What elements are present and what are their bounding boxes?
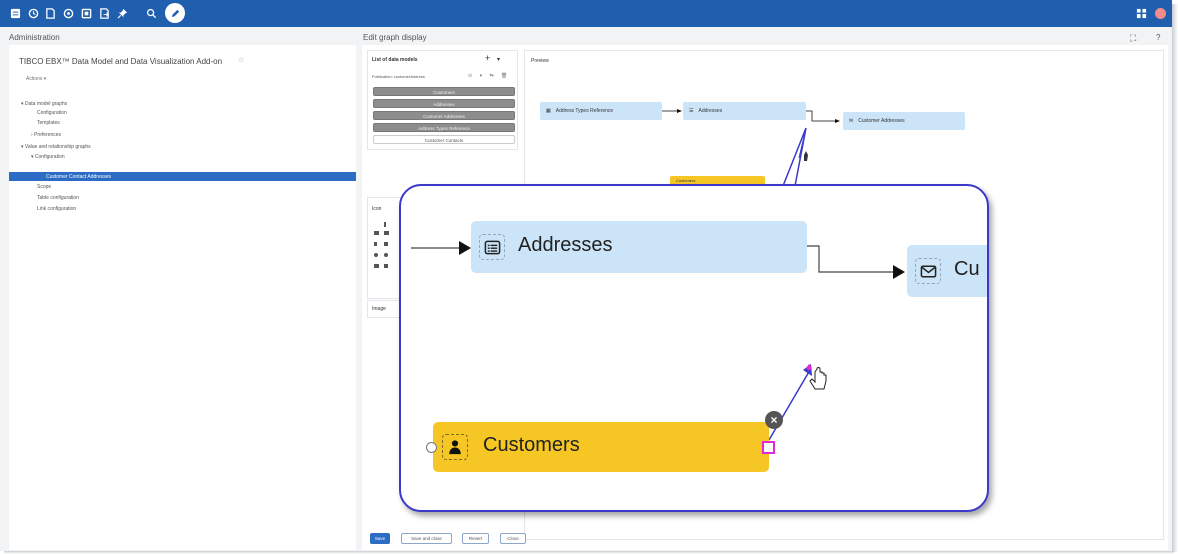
zoom-callout: Addresses Cu Customers × — [399, 184, 989, 512]
link-handle[interactable] — [762, 441, 775, 454]
mail-icon — [915, 258, 941, 284]
close-icon[interactable]: × — [765, 411, 783, 429]
zoom-customers-label: Customers — [483, 434, 580, 456]
zoom-node-customer-addresses[interactable]: Cu — [907, 245, 987, 297]
zoom-addresses-label: Addresses — [518, 234, 613, 256]
zoom-node-customers[interactable]: Customers — [433, 422, 769, 472]
person-icon — [442, 434, 468, 460]
zoom-node-addresses[interactable]: Addresses — [471, 221, 807, 273]
list-icon — [479, 234, 505, 260]
link-port-left[interactable] — [426, 442, 437, 453]
zoom-customer-addresses-label: Cu — [954, 258, 980, 280]
